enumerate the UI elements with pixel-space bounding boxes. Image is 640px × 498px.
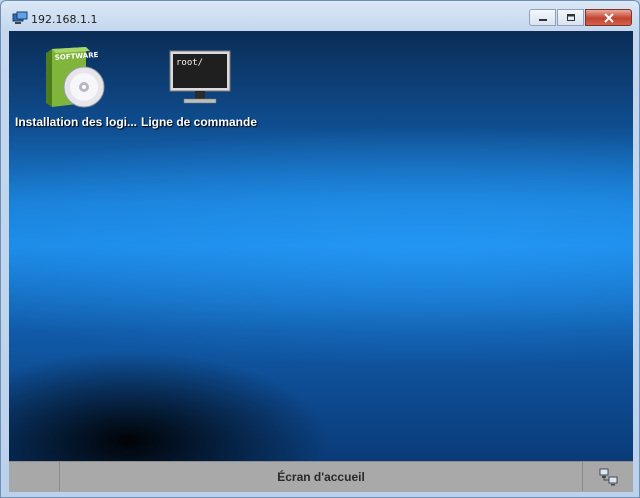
desktop-icon-command-line[interactable]: root/ Ligne de commande	[139, 45, 259, 129]
maximize-icon	[566, 13, 575, 21]
window-controls	[529, 9, 632, 28]
network-icon[interactable]	[599, 468, 619, 486]
terminal-monitor-icon: root/	[169, 50, 231, 104]
remote-desktop[interactable]: SOFTWARE Installation des logi... root/ …	[9, 31, 633, 461]
svg-text:root/: root/	[176, 58, 203, 68]
desktop-icon-label: Ligne de commande	[140, 115, 258, 129]
remote-desktop-icon	[12, 11, 28, 24]
maximize-button[interactable]	[557, 9, 584, 26]
desktop-icon-software-install[interactable]: SOFTWARE Installation des logi...	[15, 45, 138, 129]
minimize-icon	[538, 18, 547, 21]
desktop-icon-label: Installation des logi...	[15, 115, 138, 129]
close-icon	[603, 12, 614, 23]
window-title: 192.168.1.1	[31, 13, 98, 26]
svg-text:SOFTWARE: SOFTWARE	[55, 51, 99, 62]
software-install-icon: SOFTWARE	[46, 47, 105, 108]
bottom-bar: Écran d'accueil	[9, 461, 633, 492]
titlebar[interactable]: 192.168.1.1	[1, 1, 639, 31]
minimize-button[interactable]	[529, 9, 556, 26]
home-screen-button[interactable]: Écran d'accueil	[59, 462, 583, 491]
close-button[interactable]	[585, 9, 632, 26]
remote-window: 192.168.1.1 SOFTWARE Installation des lo…	[0, 0, 640, 498]
